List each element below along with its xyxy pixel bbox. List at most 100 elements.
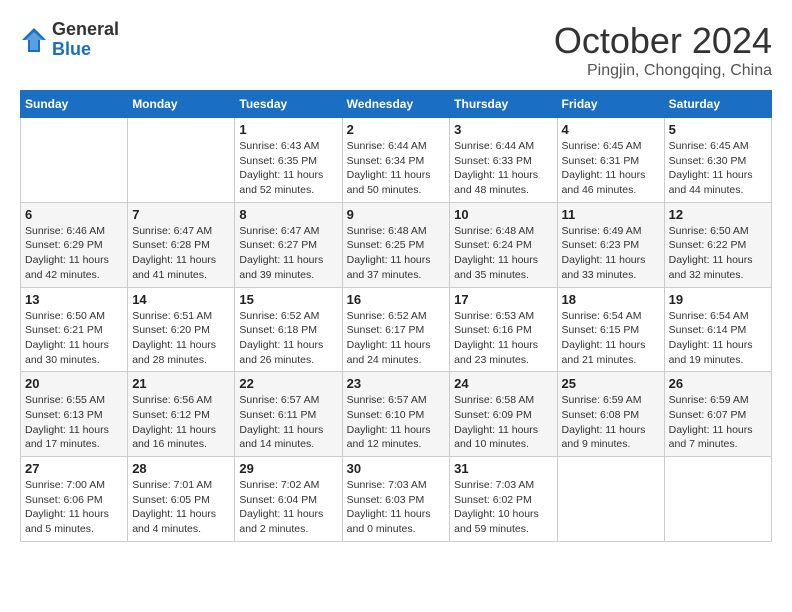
calendar-cell: 27 Sunrise: 7:00 AM Sunset: 6:06 PM Dayli… xyxy=(21,457,128,542)
day-info: Sunrise: 6:53 AM Sunset: 6:16 PM Dayligh… xyxy=(454,309,552,368)
day-info: Sunrise: 6:52 AM Sunset: 6:17 PM Dayligh… xyxy=(347,309,446,368)
day-number: 22 xyxy=(239,376,337,391)
calendar-cell: 1Sunrise: 6:43 AM Sunset: 6:35 PM Daylig… xyxy=(235,118,342,203)
day-number: 7 xyxy=(132,207,230,222)
day-info: Sunrise: 6:50 AM Sunset: 6:21 PM Dayligh… xyxy=(25,309,123,368)
day-number: 23 xyxy=(347,376,446,391)
day-number: 27 xyxy=(25,461,123,476)
calendar-cell: 16 Sunrise: 6:52 AM Sunset: 6:17 PM Dayli… xyxy=(342,287,450,372)
calendar-cell: 30 Sunrise: 7:03 AM Sunset: 6:03 PM Dayli… xyxy=(342,457,450,542)
calendar-cell: 29Sunrise: 7:02 AM Sunset: 6:04 PM Dayli… xyxy=(235,457,342,542)
day-number: 30 xyxy=(347,461,446,476)
day-number: 18 xyxy=(562,292,660,307)
calendar-cell: 22 Sunrise: 6:57 AM Sunset: 6:11 PM Dayli… xyxy=(235,372,342,457)
day-info: Sunrise: 6:57 AM Sunset: 6:11 PM Dayligh… xyxy=(239,393,337,452)
calendar-cell: 5 Sunrise: 6:45 AM Sunset: 6:30 PM Daylig… xyxy=(664,118,771,203)
day-number: 25 xyxy=(562,376,660,391)
day-info: Sunrise: 6:47 AM Sunset: 6:27 PM Dayligh… xyxy=(239,224,337,283)
weekday-header: Saturday xyxy=(664,91,771,118)
calendar-cell: 13 Sunrise: 6:50 AM Sunset: 6:21 PM Dayli… xyxy=(21,287,128,372)
day-info: Sunrise: 6:44 AM Sunset: 6:34 PM Dayligh… xyxy=(347,139,446,198)
calendar-cell: 14 Sunrise: 6:51 AM Sunset: 6:20 PM Dayli… xyxy=(128,287,235,372)
logo-icon xyxy=(20,26,48,54)
weekday-header-row: SundayMondayTuesdayWednesdayThursdayFrid… xyxy=(21,91,772,118)
day-info: Sunrise: 6:59 AM Sunset: 6:08 PM Dayligh… xyxy=(562,393,660,452)
day-number: 20 xyxy=(25,376,123,391)
day-info: Sunrise: 7:03 AM Sunset: 6:02 PM Dayligh… xyxy=(454,478,552,537)
calendar-cell: 19Sunrise: 6:54 AM Sunset: 6:14 PM Dayli… xyxy=(664,287,771,372)
calendar-cell: 18 Sunrise: 6:54 AM Sunset: 6:15 PM Dayli… xyxy=(557,287,664,372)
day-number: 21 xyxy=(132,376,230,391)
day-number: 31 xyxy=(454,461,552,476)
calendar-cell: 12 Sunrise: 6:50 AM Sunset: 6:22 PM Dayli… xyxy=(664,202,771,287)
calendar-cell: 25 Sunrise: 6:59 AM Sunset: 6:08 PM Dayli… xyxy=(557,372,664,457)
day-info: Sunrise: 7:03 AM Sunset: 6:03 PM Dayligh… xyxy=(347,478,446,537)
weekday-header: Thursday xyxy=(450,91,557,118)
calendar-cell: 2 Sunrise: 6:44 AM Sunset: 6:34 PM Daylig… xyxy=(342,118,450,203)
day-number: 5 xyxy=(669,122,767,137)
calendar-cell: 31 Sunrise: 7:03 AM Sunset: 6:02 PM Dayli… xyxy=(450,457,557,542)
day-info: Sunrise: 6:54 AM Sunset: 6:15 PM Dayligh… xyxy=(562,309,660,368)
day-info: Sunrise: 6:45 AM Sunset: 6:31 PM Dayligh… xyxy=(562,139,660,198)
day-number: 3 xyxy=(454,122,552,137)
calendar-cell xyxy=(128,118,235,203)
day-number: 2 xyxy=(347,122,446,137)
day-info: Sunrise: 6:51 AM Sunset: 6:20 PM Dayligh… xyxy=(132,309,230,368)
calendar-cell xyxy=(557,457,664,542)
day-info: Sunrise: 6:57 AM Sunset: 6:10 PM Dayligh… xyxy=(347,393,446,452)
day-number: 10 xyxy=(454,207,552,222)
day-info: Sunrise: 7:02 AM Sunset: 6:04 PM Dayligh… xyxy=(239,478,337,537)
calendar-cell: 15Sunrise: 6:52 AM Sunset: 6:18 PM Dayli… xyxy=(235,287,342,372)
calendar-cell: 17 Sunrise: 6:53 AM Sunset: 6:16 PM Dayli… xyxy=(450,287,557,372)
location: Pingjin, Chongqing, China xyxy=(554,62,772,80)
day-number: 11 xyxy=(562,207,660,222)
calendar-cell: 11 Sunrise: 6:49 AM Sunset: 6:23 PM Dayli… xyxy=(557,202,664,287)
calendar-week-row: 6Sunrise: 6:46 AM Sunset: 6:29 PM Daylig… xyxy=(21,202,772,287)
day-number: 13 xyxy=(25,292,123,307)
day-info: Sunrise: 6:47 AM Sunset: 6:28 PM Dayligh… xyxy=(132,224,230,283)
day-number: 14 xyxy=(132,292,230,307)
weekday-header: Monday xyxy=(128,91,235,118)
day-number: 8 xyxy=(239,207,337,222)
day-number: 12 xyxy=(669,207,767,222)
day-info: Sunrise: 6:55 AM Sunset: 6:13 PM Dayligh… xyxy=(25,393,123,452)
day-number: 4 xyxy=(562,122,660,137)
calendar-week-row: 27 Sunrise: 7:00 AM Sunset: 6:06 PM Dayli… xyxy=(21,457,772,542)
day-number: 6 xyxy=(25,207,123,222)
day-info: Sunrise: 6:49 AM Sunset: 6:23 PM Dayligh… xyxy=(562,224,660,283)
logo-general: General xyxy=(52,20,119,40)
logo: General Blue xyxy=(20,20,119,60)
day-number: 16 xyxy=(347,292,446,307)
day-number: 1 xyxy=(239,122,337,137)
calendar-cell: 7 Sunrise: 6:47 AM Sunset: 6:28 PM Daylig… xyxy=(128,202,235,287)
day-info: Sunrise: 6:50 AM Sunset: 6:22 PM Dayligh… xyxy=(669,224,767,283)
day-info: Sunrise: 7:00 AM Sunset: 6:06 PM Dayligh… xyxy=(25,478,123,537)
weekday-header: Tuesday xyxy=(235,91,342,118)
day-info: Sunrise: 6:45 AM Sunset: 6:30 PM Dayligh… xyxy=(669,139,767,198)
title-block: October 2024 Pingjin, Chongqing, China xyxy=(554,20,772,80)
calendar-cell: 10 Sunrise: 6:48 AM Sunset: 6:24 PM Dayli… xyxy=(450,202,557,287)
calendar-cell: 9Sunrise: 6:48 AM Sunset: 6:25 PM Daylig… xyxy=(342,202,450,287)
calendar-cell: 26 Sunrise: 6:59 AM Sunset: 6:07 PM Dayli… xyxy=(664,372,771,457)
calendar-cell: 8 Sunrise: 6:47 AM Sunset: 6:27 PM Daylig… xyxy=(235,202,342,287)
day-info: Sunrise: 6:59 AM Sunset: 6:07 PM Dayligh… xyxy=(669,393,767,452)
calendar-cell: 23 Sunrise: 6:57 AM Sunset: 6:10 PM Dayli… xyxy=(342,372,450,457)
day-info: Sunrise: 6:56 AM Sunset: 6:12 PM Dayligh… xyxy=(132,393,230,452)
weekday-header: Wednesday xyxy=(342,91,450,118)
logo-blue: Blue xyxy=(52,40,119,60)
day-info: Sunrise: 6:48 AM Sunset: 6:24 PM Dayligh… xyxy=(454,224,552,283)
day-info: Sunrise: 7:01 AM Sunset: 6:05 PM Dayligh… xyxy=(132,478,230,537)
weekday-header: Sunday xyxy=(21,91,128,118)
day-number: 26 xyxy=(669,376,767,391)
day-info: Sunrise: 6:44 AM Sunset: 6:33 PM Dayligh… xyxy=(454,139,552,198)
day-number: 17 xyxy=(454,292,552,307)
calendar-cell: 3 Sunrise: 6:44 AM Sunset: 6:33 PM Daylig… xyxy=(450,118,557,203)
day-info: Sunrise: 6:52 AM Sunset: 6:18 PM Dayligh… xyxy=(239,309,337,368)
calendar-week-row: 20 Sunrise: 6:55 AM Sunset: 6:13 PM Dayli… xyxy=(21,372,772,457)
calendar-week-row: 13 Sunrise: 6:50 AM Sunset: 6:21 PM Dayli… xyxy=(21,287,772,372)
calendar-cell: 20 Sunrise: 6:55 AM Sunset: 6:13 PM Dayli… xyxy=(21,372,128,457)
day-number: 28 xyxy=(132,461,230,476)
calendar-cell: 6Sunrise: 6:46 AM Sunset: 6:29 PM Daylig… xyxy=(21,202,128,287)
month-title: October 2024 xyxy=(554,20,772,62)
day-info: Sunrise: 6:58 AM Sunset: 6:09 PM Dayligh… xyxy=(454,393,552,452)
